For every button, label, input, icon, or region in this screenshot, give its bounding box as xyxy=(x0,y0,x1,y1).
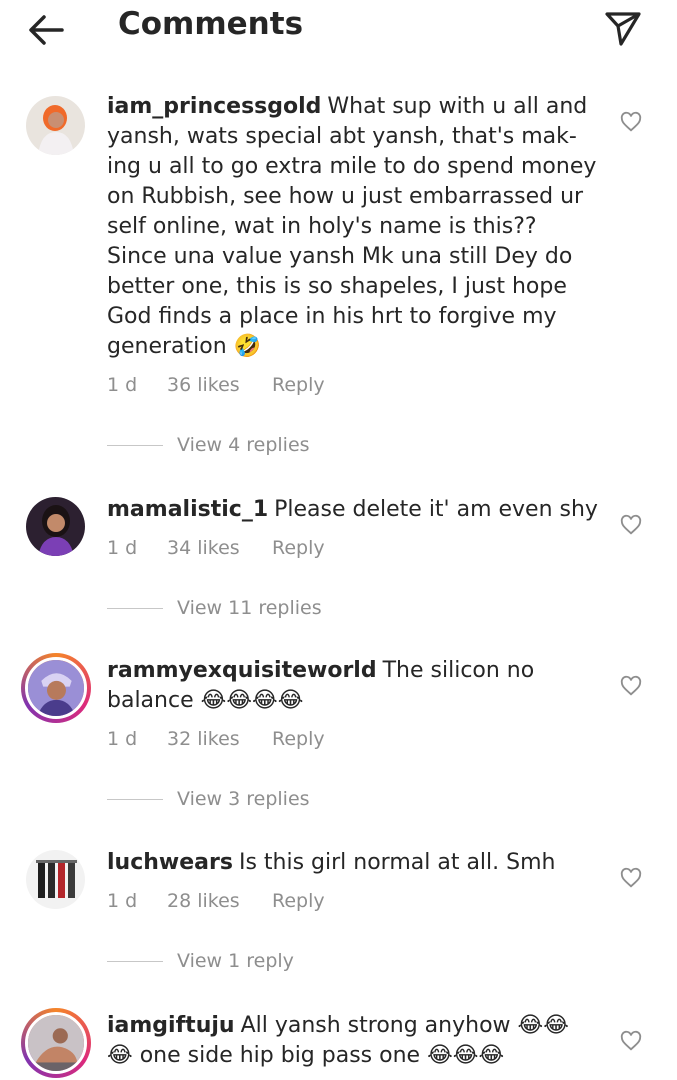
heart-icon[interactable] xyxy=(620,867,642,889)
divider xyxy=(107,960,163,962)
comment-emoji: 😂😂😂 xyxy=(427,1043,505,1068)
comment-username[interactable]: iamgiftuju xyxy=(107,1013,235,1038)
heart-icon[interactable] xyxy=(620,1030,642,1052)
view-replies-label: View 4 replies xyxy=(177,434,310,456)
comment-username[interactable]: iam_princessgold xyxy=(107,94,321,119)
avatar[interactable] xyxy=(26,850,85,909)
comment-text: one side hip big pass one xyxy=(139,1043,421,1068)
comment-time: 1 d xyxy=(107,537,138,559)
arrow-left-icon[interactable] xyxy=(24,10,68,50)
page-title: Comments xyxy=(118,6,304,42)
paper-plane-icon[interactable] xyxy=(603,8,643,48)
reply-button[interactable]: Reply xyxy=(272,374,325,396)
reply-button[interactable]: Reply xyxy=(272,890,325,912)
comment-time: 1 d xyxy=(107,728,138,750)
comment-text: All yansh strong anyhow xyxy=(240,1013,511,1038)
heart-icon[interactable] xyxy=(620,675,642,697)
comment-body: rammyexquisiteworld The silicon no balanc… xyxy=(107,656,602,716)
comment-username[interactable]: rammyexquisiteworld xyxy=(107,658,377,683)
heart-icon[interactable] xyxy=(620,514,642,536)
comment-text: What sup with u all and yansh, wats spec… xyxy=(107,94,597,359)
avatar[interactable] xyxy=(26,96,85,155)
comment-body: mamalistic_1 Please delete it' am even sh… xyxy=(107,495,602,525)
comment-meta: 1 d 36 likes Reply xyxy=(107,374,325,396)
comment-body: iamgiftuju All yansh strong anyhow 😂😂 😂 o… xyxy=(107,1011,602,1071)
view-replies-link[interactable]: View 4 replies xyxy=(107,434,310,456)
heart-icon[interactable] xyxy=(620,111,642,133)
comment-text: Is this girl normal at all. Smh xyxy=(238,850,556,875)
divider xyxy=(107,444,163,446)
view-replies-link[interactable]: View 1 reply xyxy=(107,950,294,972)
comment-meta: 1 d 32 likes Reply xyxy=(107,728,325,750)
avatar-image xyxy=(25,657,87,719)
comment-emoji: 😂😂😂😂 xyxy=(200,688,304,713)
view-replies-label: View 3 replies xyxy=(177,788,310,810)
comment-text: Please delete it' am even shy xyxy=(274,497,598,522)
view-replies-label: View 1 reply xyxy=(177,950,294,972)
avatar[interactable] xyxy=(21,1008,91,1078)
comment-body: luchwears Is this girl normal at all. Smh xyxy=(107,848,602,878)
reply-button[interactable]: Reply xyxy=(272,728,325,750)
divider xyxy=(107,798,163,800)
comment-emoji: 😂😂 xyxy=(517,1013,569,1038)
comment-emoji: 🤣 xyxy=(233,334,262,359)
comment-meta: 1 d 28 likes Reply xyxy=(107,890,325,912)
comment-likes[interactable]: 32 likes xyxy=(167,728,272,750)
view-replies-label: View 11 replies xyxy=(177,597,322,619)
comment-time: 1 d xyxy=(107,374,138,396)
comment-likes[interactable]: 28 likes xyxy=(167,890,272,912)
avatar-image xyxy=(25,1012,87,1074)
view-replies-link[interactable]: View 11 replies xyxy=(107,597,322,619)
avatar[interactable] xyxy=(26,497,85,556)
comment-likes[interactable]: 36 likes xyxy=(167,374,272,396)
comment-time: 1 d xyxy=(107,890,138,912)
comment-likes[interactable]: 34 likes xyxy=(167,537,272,559)
comment-body: iam_princessgold What sup with u all and … xyxy=(107,92,602,362)
comment-username[interactable]: mamalistic_1 xyxy=(107,497,268,522)
comment-username[interactable]: luchwears xyxy=(107,850,233,875)
avatar[interactable] xyxy=(21,653,91,723)
comment-emoji: 😂 xyxy=(107,1043,133,1068)
view-replies-link[interactable]: View 3 replies xyxy=(107,788,310,810)
divider xyxy=(107,607,163,609)
reply-button[interactable]: Reply xyxy=(272,537,325,559)
comment-meta: 1 d 34 likes Reply xyxy=(107,537,325,559)
header: Comments xyxy=(0,0,677,60)
